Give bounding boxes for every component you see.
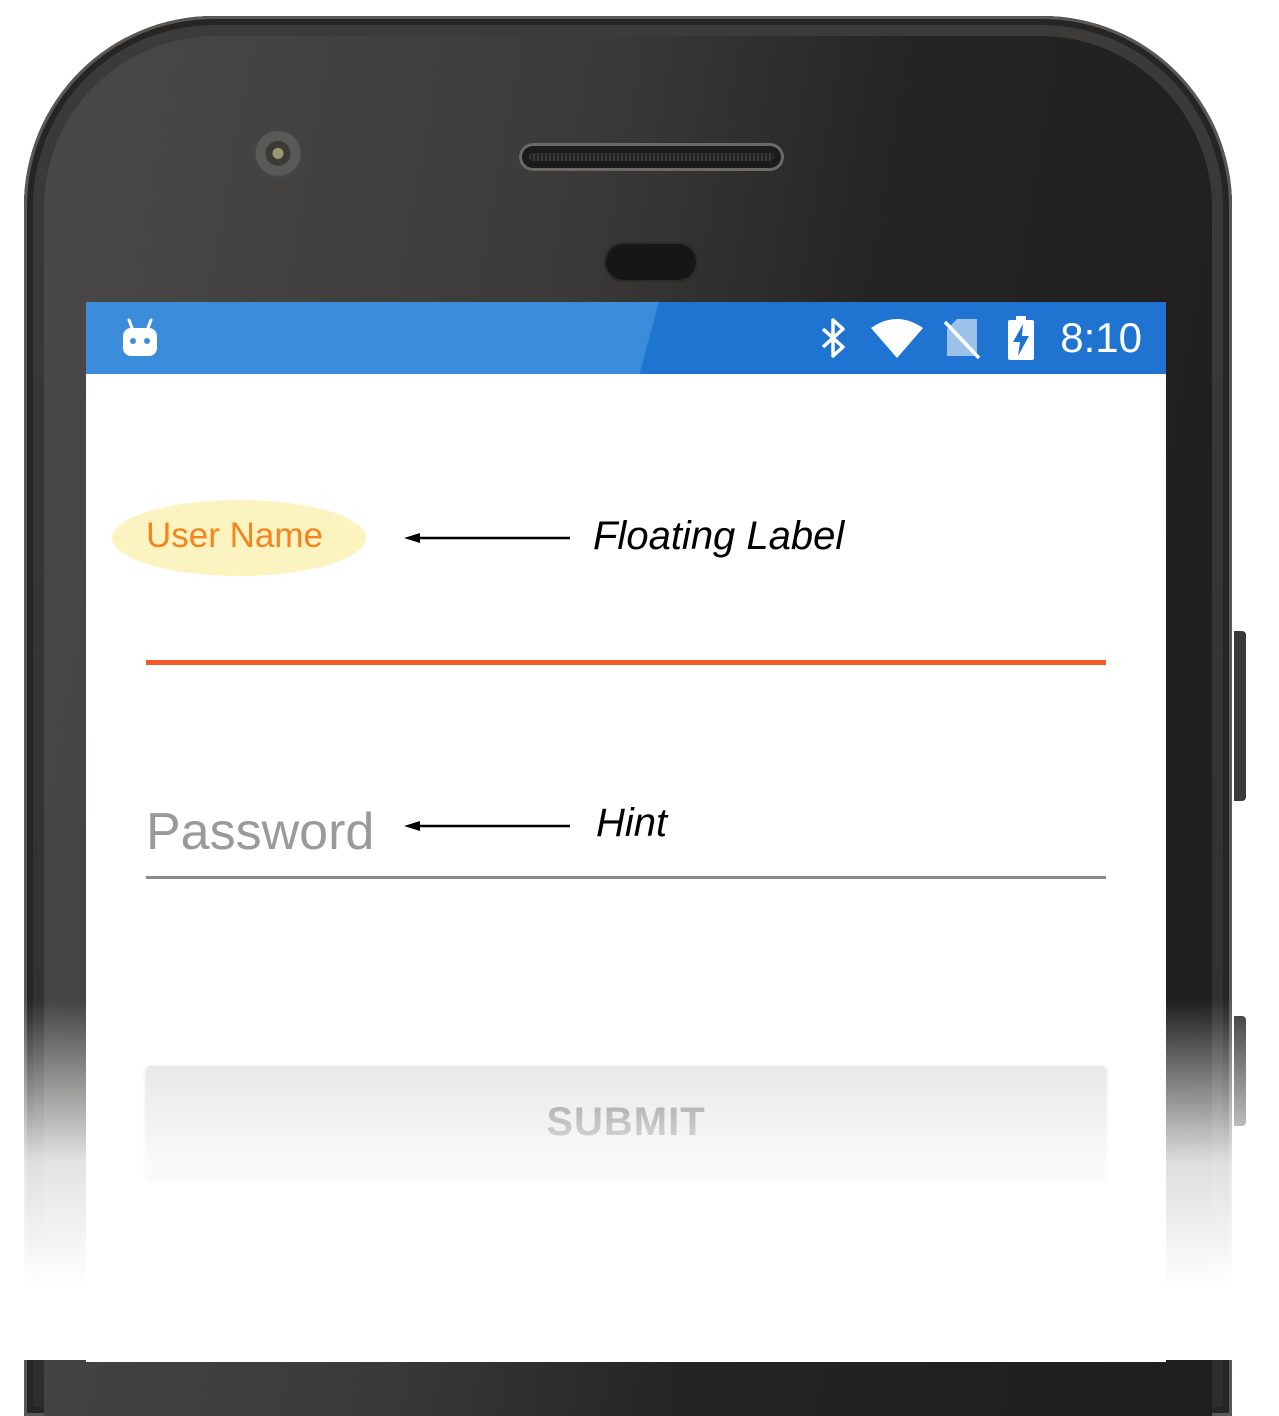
floating-label-arrow	[404, 533, 570, 543]
floating-label-annotation: Floating Label	[593, 514, 845, 558]
no-sim-icon	[942, 302, 982, 374]
username-input[interactable]	[146, 592, 1110, 654]
power-button	[1234, 1016, 1246, 1126]
battery-charging-icon	[1006, 302, 1036, 374]
proximity-sensor	[604, 242, 698, 282]
username-underline	[146, 660, 1106, 665]
earpiece-speaker	[519, 143, 784, 171]
password-underline	[146, 876, 1106, 879]
username-floating-label: User Name	[146, 516, 323, 555]
android-bot-icon	[118, 302, 162, 374]
hint-arrow	[404, 821, 570, 831]
wifi-icon	[869, 302, 925, 374]
status-time: 8:10	[1060, 314, 1142, 361]
submit-button[interactable]: SUBMIT	[146, 1066, 1106, 1178]
volume-button	[1234, 631, 1246, 801]
bluetooth-icon	[816, 302, 852, 374]
hint-annotation: Hint	[596, 801, 668, 845]
status-bar: 8:10	[86, 302, 1166, 374]
front-camera	[252, 130, 304, 182]
